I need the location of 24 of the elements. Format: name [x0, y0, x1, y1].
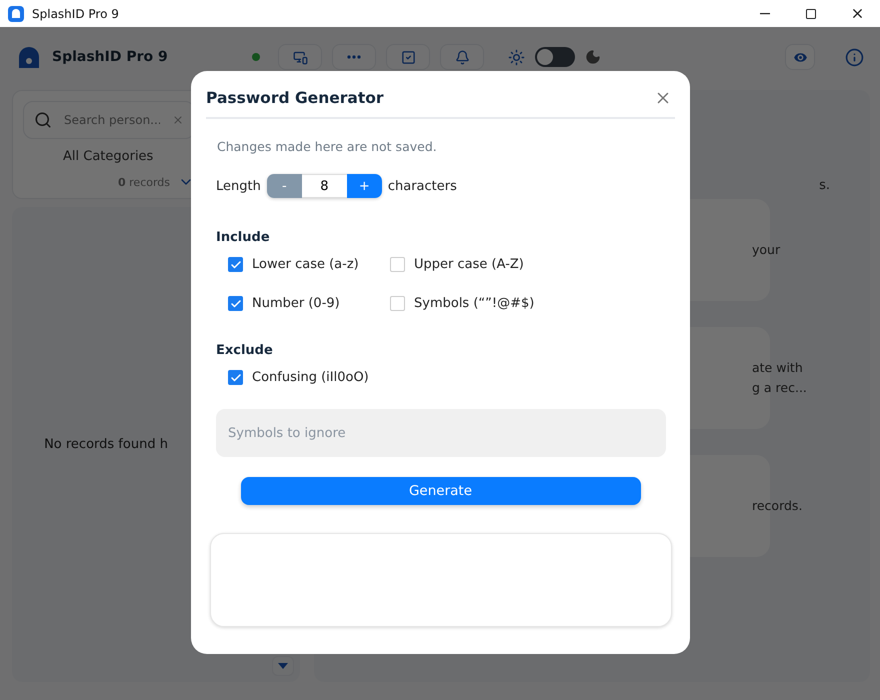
checkbox-option[interactable]: Confusing (iIl0oO)	[228, 370, 390, 385]
increment-button[interactable]: +	[346, 174, 382, 198]
card-text: records.	[752, 497, 802, 515]
app-name: SplashID Pro 9	[52, 49, 169, 65]
checkbox-option[interactable]: Upper case (A-Z)	[390, 257, 675, 272]
dialog-note: Changes made here are not saved.	[217, 139, 438, 154]
exclude-heading: Exclude	[216, 343, 274, 358]
length-label: Length	[216, 178, 261, 194]
checkbox-option[interactable]: Number (0-9)	[228, 296, 390, 311]
generate-button[interactable]: Generate	[240, 477, 640, 505]
window-title: SplashID Pro 9	[32, 6, 120, 20]
length-value[interactable]: 8	[302, 174, 347, 198]
empty-message: No records found h	[44, 437, 168, 452]
card-text: your	[752, 241, 780, 259]
dialog-title: Password Generator	[206, 89, 384, 107]
ignore-field[interactable]: Symbols to ignore	[216, 409, 666, 457]
intro-text: s.	[819, 178, 830, 193]
checkbox-option[interactable]: Symbols (“”!@#$)	[390, 296, 675, 311]
card-text: ate with g a rec...	[752, 359, 807, 397]
category-label[interactable]: All Categories	[63, 149, 154, 164]
length-unit: characters	[388, 178, 457, 194]
include-heading: Include	[216, 230, 271, 245]
records-count: 0 records	[118, 176, 170, 188]
checkbox-option[interactable]: Lower case (a-z)	[228, 257, 390, 272]
